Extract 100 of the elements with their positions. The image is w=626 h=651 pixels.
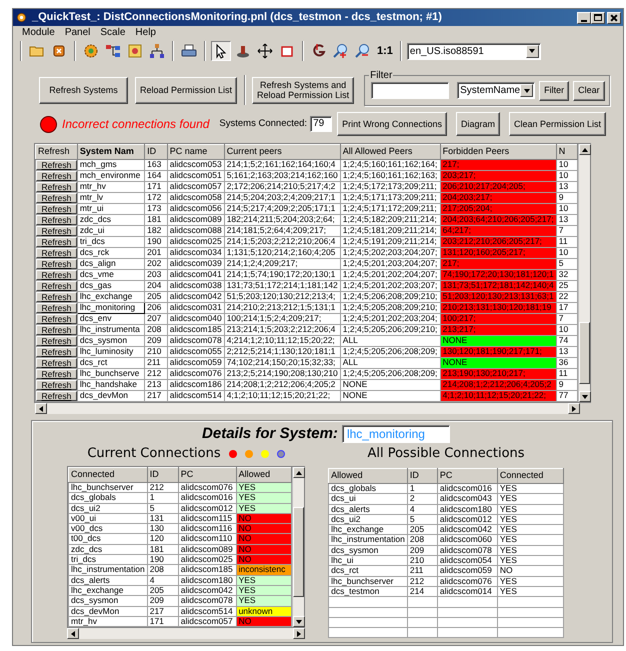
refresh-button[interactable]: Refresh — [36, 314, 77, 324]
refresh-button[interactable]: Refresh — [36, 171, 77, 181]
graph-icon[interactable] — [311, 43, 327, 59]
action-button[interactable]: Reload Permission List — [135, 76, 238, 104]
vertical-scrollbar[interactable] — [292, 467, 304, 628]
refresh-button[interactable]: Refresh — [36, 204, 77, 214]
table-cell[interactable]: tri_dcs — [77, 236, 145, 248]
refresh-button[interactable]: Refresh — [36, 380, 77, 390]
table-cell[interactable]: mch_gms — [77, 160, 145, 170]
minimize-button[interactable] — [577, 12, 591, 24]
refresh-button[interactable]: Refresh — [36, 215, 77, 225]
tool-button[interactable]: Print Wrong Connections — [337, 112, 447, 136]
scroll-thumb[interactable] — [579, 322, 590, 384]
table-cell[interactable]: mtr_hv — [77, 182, 145, 192]
table-cell[interactable]: lhc_exchange — [77, 292, 145, 302]
zoom-in-icon[interactable] — [333, 43, 349, 59]
column-header[interactable]: System Nam — [77, 144, 145, 160]
filter-column-dropdown[interactable]: SystemName — [457, 82, 536, 99]
menu-item[interactable]: Help — [130, 25, 161, 40]
tool-button[interactable]: Clean Permission List — [508, 112, 606, 136]
column-header[interactable]: Allowed — [328, 468, 408, 484]
filter-field[interactable] — [371, 82, 450, 99]
table-cell[interactable]: mtr_lv — [77, 192, 145, 204]
tool-button[interactable]: Diagram — [456, 112, 500, 136]
refresh-button[interactable]: Refresh — [36, 182, 77, 192]
table-cell[interactable]: lhc_bunchserve — [77, 368, 145, 380]
stamp-icon[interactable] — [235, 43, 251, 59]
refresh-button[interactable]: Refresh — [36, 248, 77, 258]
refresh-reload-button[interactable]: Refresh Systems and Reload Permission List — [252, 76, 354, 104]
table-cell[interactable]: lhc_handshake — [77, 380, 145, 390]
column-header[interactable]: ID — [147, 468, 178, 482]
table-cell[interactable]: zdc_ui — [77, 226, 145, 236]
menu-item[interactable]: Panel — [60, 25, 96, 40]
move-icon[interactable] — [257, 43, 273, 59]
column-header[interactable]: Allowed — [236, 468, 292, 482]
column-header[interactable]: PC name — [167, 144, 224, 160]
column-header[interactable]: Refresh — [36, 144, 78, 160]
table-cell[interactable]: mch_environme — [77, 170, 145, 182]
refresh-button[interactable]: Refresh — [36, 292, 77, 302]
close-icon[interactable] — [51, 43, 67, 59]
column-header[interactable]: Current peers — [224, 144, 340, 160]
scroll-right-button[interactable] — [568, 403, 580, 414]
table-cell[interactable]: dcs_align — [77, 258, 145, 270]
scroll-up-button[interactable] — [293, 467, 305, 478]
gear-icon[interactable] — [83, 43, 99, 59]
table-cell[interactable]: lhc_instrumenta — [77, 324, 145, 336]
table-cell[interactable]: dcs_rck — [77, 248, 145, 258]
table-cell[interactable]: dcs_sysmon — [77, 336, 145, 346]
refresh-button[interactable]: Refresh — [36, 391, 77, 401]
column-header[interactable]: Connected — [497, 468, 564, 484]
refresh-button[interactable]: Refresh — [36, 325, 77, 335]
zoom-out-icon[interactable] — [355, 43, 371, 59]
menu-item[interactable]: Scale — [95, 25, 130, 40]
refresh-button[interactable]: Refresh — [36, 281, 77, 291]
locale-dropdown[interactable]: en_US.iso88591 — [406, 42, 541, 60]
refresh-button[interactable]: Refresh — [36, 347, 77, 357]
nodes-icon[interactable] — [105, 43, 121, 59]
table-cell[interactable]: dcs_env — [77, 314, 145, 324]
scroll-right-button[interactable] — [293, 628, 305, 640]
column-header[interactable]: N — [556, 144, 578, 160]
close-button[interactable] — [607, 12, 621, 24]
table-cell[interactable]: zdc_dcs — [77, 214, 145, 226]
column-header[interactable]: PC — [437, 468, 498, 484]
table-cell[interactable]: lhc_luminosity — [77, 346, 145, 358]
menu-item[interactable]: Module — [17, 25, 60, 40]
table-cell[interactable]: lhc_monitoring — [77, 302, 145, 314]
table-cell[interactable]: dcs_vme — [77, 270, 145, 280]
column-header[interactable]: PC — [178, 468, 236, 482]
horizontal-scrollbar[interactable] — [67, 628, 305, 640]
scroll-left-button[interactable] — [35, 403, 47, 414]
refresh-button[interactable]: Refresh — [36, 237, 77, 247]
scale-button[interactable]: 1:1 — [375, 41, 395, 61]
action-button[interactable]: Refresh Systems — [39, 76, 128, 104]
column-header[interactable]: ID — [407, 468, 438, 484]
clear-button[interactable]: Clear — [573, 80, 605, 100]
printer-icon[interactable] — [181, 43, 197, 59]
column-header[interactable]: Connected — [68, 468, 148, 482]
vertical-scrollbar[interactable] — [578, 144, 590, 402]
scroll-down-button[interactable] — [579, 391, 591, 402]
horizontal-scrollbar[interactable] — [35, 403, 580, 414]
image-icon[interactable] — [127, 43, 143, 59]
table-cell[interactable]: dcs_gas — [77, 280, 145, 292]
column-header[interactable]: ID — [144, 144, 168, 160]
table-cell[interactable]: dcs_devMon — [77, 390, 145, 402]
scroll-down-button[interactable] — [293, 616, 305, 628]
refresh-button[interactable]: Refresh — [36, 193, 77, 203]
maximize-button[interactable] — [591, 12, 605, 24]
refresh-button[interactable]: Refresh — [36, 336, 77, 346]
column-header[interactable]: Forbidden Peers — [440, 144, 556, 160]
refresh-button[interactable]: Refresh — [36, 270, 77, 280]
refresh-button[interactable]: Refresh — [36, 303, 77, 313]
scroll-left-button[interactable] — [67, 628, 79, 640]
column-header[interactable]: All Allowed Peers — [340, 144, 440, 160]
table-cell[interactable]: dcs_rct — [77, 358, 145, 368]
scroll-thumb[interactable] — [293, 507, 304, 597]
refresh-button[interactable]: Refresh — [36, 259, 77, 269]
refresh-button[interactable]: Refresh — [36, 160, 77, 170]
refresh-button[interactable]: Refresh — [36, 358, 77, 368]
hierarchy-icon[interactable] — [149, 43, 165, 59]
filter-button[interactable]: Filter — [539, 80, 570, 100]
